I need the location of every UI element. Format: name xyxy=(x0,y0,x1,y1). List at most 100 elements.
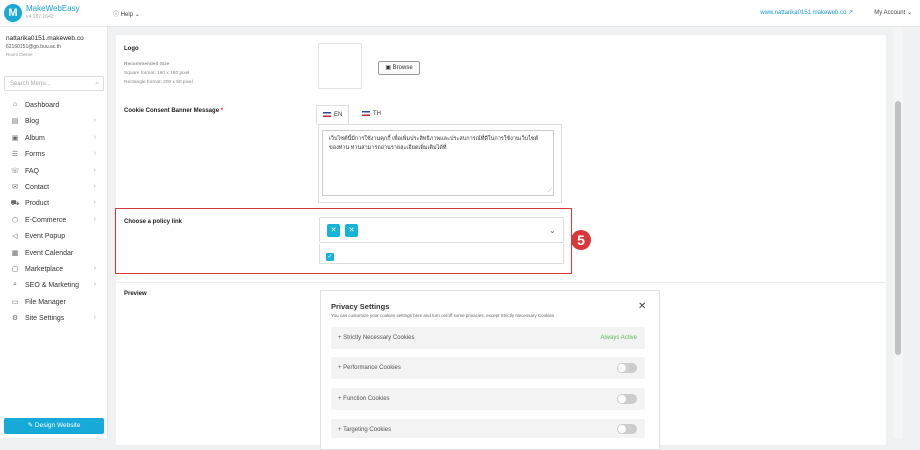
sidebar-item-label: Event Calendar xyxy=(25,249,74,257)
chevron-right-icon: › xyxy=(93,265,96,272)
list-icon: ☰ xyxy=(11,151,19,159)
sidebar-item-label: SEO & Marketing xyxy=(25,282,80,290)
gear-icon: ⚙ xyxy=(11,315,19,323)
chevron-right-icon: › xyxy=(93,117,96,125)
sidebar-item-blog[interactable]: ▤ Blog › xyxy=(0,114,108,130)
sidebar-item-faq[interactable]: ☏ FAQ › xyxy=(0,164,108,180)
recommended-size-label: Recommended Size xyxy=(124,62,170,67)
close-icon[interactable]: ✕ xyxy=(638,301,646,312)
sidebar-item-marketplace[interactable]: ▢ Marketplace › xyxy=(0,262,108,278)
cookie-row-label: + Targeting Cookies xyxy=(338,427,392,433)
banner-message-textarea[interactable]: เว็บไซต์นี้มีการใช้งานคุกกี้ เพื่อเพิ่มป… xyxy=(322,130,554,196)
cookie-row-label: + Function Cookies xyxy=(338,396,390,402)
required-mark: * xyxy=(220,108,224,114)
site-url-link[interactable]: www.nattarika0151.makeweb.co ↗ xyxy=(760,9,853,16)
cookie-row-performance[interactable]: + Performance Cookies xyxy=(331,357,645,379)
sidebar-item-forms[interactable]: ☰ Forms › xyxy=(0,147,108,163)
tag-icon: ⬡ xyxy=(11,216,19,224)
step-badge: 5 xyxy=(571,230,591,250)
resize-handle-icon[interactable]: ⟋ xyxy=(548,188,552,195)
sidebar-item-e-commerce[interactable]: ⬡ E-Commerce › xyxy=(0,213,108,229)
chevron-right-icon: › xyxy=(93,133,96,141)
checkbox-icon[interactable]: ✓ xyxy=(326,253,334,261)
sidebar-item-label: Dashboard xyxy=(25,102,60,109)
calendar-icon: ▦ xyxy=(11,249,19,257)
help-label: Help xyxy=(120,12,134,18)
policy-link-label: Choose a policy link xyxy=(124,219,183,225)
top-bar: M MakeWebEasy v4.187.1642 ⓘ Help ⌄ www.n… xyxy=(0,0,920,27)
chevron-right-icon: › xyxy=(93,166,96,174)
cookie-row-function[interactable]: + Function Cookies xyxy=(331,388,645,410)
sidebar-item-dashboard[interactable]: ⌂ Dashboard xyxy=(0,98,108,114)
user-name: nattarika0151.makeweb.co xyxy=(6,35,84,42)
section-divider xyxy=(116,282,886,283)
privacy-subtitle: You can customize your cookies settings … xyxy=(331,313,555,318)
design-website-button[interactable]: ✎ Design Website xyxy=(4,418,104,434)
folder-icon: ▭ xyxy=(11,298,19,306)
sidebar-item-label: Blog xyxy=(25,118,40,126)
chevron-down-icon[interactable]: ⌄ xyxy=(549,226,556,235)
browse-button[interactable]: ▣ Browse xyxy=(378,61,420,75)
sidebar-item-label: Forms xyxy=(25,151,45,159)
sidebar-item-seo-marketing[interactable]: ⌕ SEO & Marketing › xyxy=(0,278,108,294)
scrollbar-thumb[interactable] xyxy=(895,101,901,355)
toggle-switch[interactable] xyxy=(617,424,637,434)
brand-logo-icon[interactable]: M xyxy=(4,4,22,22)
mail-icon: ✉ xyxy=(12,184,18,191)
chevron-right-icon: › xyxy=(93,150,96,158)
us-flag-icon xyxy=(323,112,331,117)
sidebar-item-label: FAQ xyxy=(25,167,40,175)
sidebar-item-album[interactable]: ▣ Album › xyxy=(0,131,108,147)
logo-label: Logo xyxy=(124,46,139,52)
design-button-label: Design Website xyxy=(34,422,81,429)
sidebar-item-label: Contact xyxy=(25,184,50,191)
home-icon: ⌂ xyxy=(12,101,18,108)
sidebar-item-file-manager[interactable]: ▭ File Manager xyxy=(0,295,108,311)
chevron-down-icon: ⌄ xyxy=(134,12,140,18)
external-link-icon: ↗ xyxy=(847,10,853,16)
sidebar-item-label: Event Popup xyxy=(25,233,66,241)
rectangle-format-text: Rectangle format: 200 x 50 pixel xyxy=(124,80,193,85)
logo-preview-box[interactable] xyxy=(318,43,362,89)
sidebar-item-event-calendar[interactable]: ▦ Event Calendar xyxy=(0,246,108,262)
brand-version: v4.187.1642 xyxy=(26,14,54,20)
help-menu[interactable]: ⓘ Help ⌄ xyxy=(113,9,140,18)
cookie-row-targeting[interactable]: + Targeting Cookies xyxy=(331,419,645,438)
preview-label: Preview xyxy=(124,291,147,297)
search-icon: ⌕ xyxy=(95,80,99,87)
sidebar-item-site-settings[interactable]: ⚙ Site Settings › xyxy=(0,311,108,327)
chat-icon: ☏ xyxy=(10,167,20,175)
sidebar-item-event-popup[interactable]: ◁ Event Popup xyxy=(0,229,108,245)
toggle-switch[interactable] xyxy=(617,394,637,404)
remove-chip-icon[interactable]: ✕ xyxy=(345,224,358,237)
sidebar-item-product[interactable]: ⛟ Product › xyxy=(0,196,108,212)
chevron-right-icon: › xyxy=(93,183,96,190)
search-placeholder: Search Menu... xyxy=(10,81,51,87)
chevron-right-icon: › xyxy=(93,215,96,223)
brand-name: MakeWebEasy xyxy=(26,4,80,13)
tab-th-label: TH xyxy=(373,111,381,118)
bag-icon: ▢ xyxy=(11,266,19,273)
brand[interactable]: MakeWebEasy v4.187.1642 xyxy=(26,4,80,22)
policy-link-select[interactable]: ✕ ✕ xyxy=(319,217,564,243)
toggle-switch[interactable] xyxy=(617,363,637,373)
account-menu[interactable]: My Account ⌄ xyxy=(874,9,912,16)
browse-label: Browse xyxy=(392,65,413,71)
sidebar: nattarika0151.makeweb.co 62160151@go.buu… xyxy=(0,27,108,438)
search-menu-input[interactable]: Search Menu... ⌕ xyxy=(4,76,104,91)
always-active-status: Always Active xyxy=(600,335,637,341)
account-label: My Account xyxy=(874,10,906,16)
image-icon: ▣ xyxy=(11,134,19,142)
sidebar-item-contact[interactable]: ✉ Contact › xyxy=(0,180,108,196)
chevron-down-icon: ⌄ xyxy=(906,10,912,16)
sidebar-item-label: Album xyxy=(25,134,45,142)
user-role: Room Owner xyxy=(6,52,33,57)
tab-en[interactable]: EN xyxy=(316,105,350,125)
cookie-row-label: + Performance Cookies xyxy=(338,365,401,371)
cookie-row-strictly-necessary[interactable]: + Strictly Necessary Cookies Always Acti… xyxy=(331,327,645,349)
remove-chip-icon[interactable]: ✕ xyxy=(327,224,340,237)
tab-th[interactable]: TH xyxy=(356,105,387,125)
user-email: 62160151@go.buu.ac.th xyxy=(6,44,61,50)
megaphone-icon: ◁ xyxy=(12,233,18,241)
sidebar-item-label: E-Commerce xyxy=(25,216,67,224)
